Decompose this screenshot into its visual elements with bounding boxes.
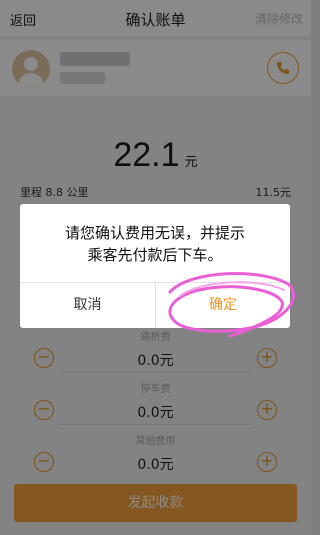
cancel-button[interactable]: 取消 — [20, 282, 155, 328]
dialog-message-line1: 请您确认费用无误，并提示 — [64, 224, 245, 242]
highlight-circle-annotation — [168, 272, 296, 338]
dialog-message: 请您确认费用无误，并提示 乘客先付款后下车。 — [20, 222, 290, 266]
